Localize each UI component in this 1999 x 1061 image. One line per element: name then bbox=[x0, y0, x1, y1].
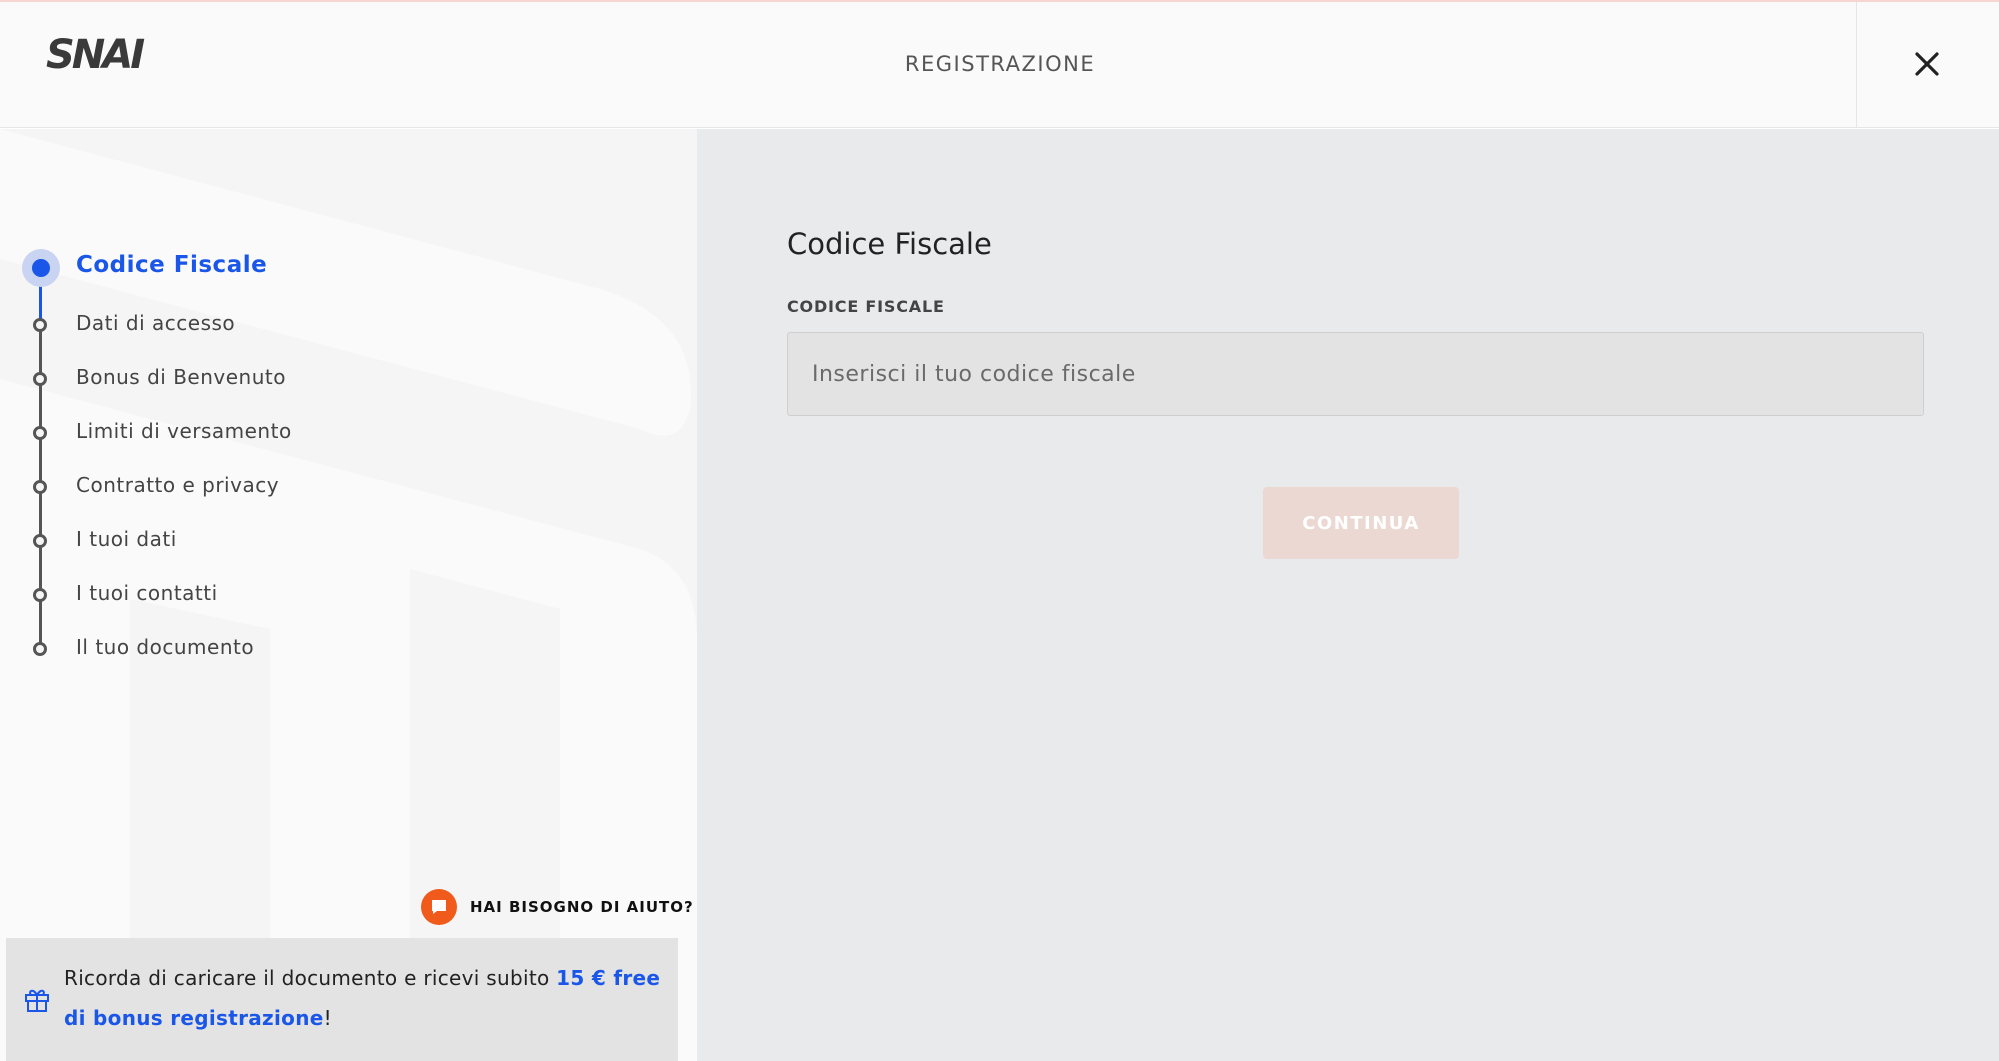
step-indicator bbox=[33, 480, 47, 494]
step-i-tuoi-dati[interactable]: I tuoi dati bbox=[76, 527, 177, 551]
registration-sidebar: Codice Fiscale Dati di accesso Bonus di … bbox=[0, 129, 697, 1061]
header: SNAI REGISTRAZIONE bbox=[0, 2, 1999, 128]
form-panel: Codice Fiscale CODICE FISCALE CONTINUA bbox=[697, 129, 1999, 1061]
step-limiti-di-versamento[interactable]: Limiti di versamento bbox=[76, 419, 292, 443]
help-button[interactable]: HAI BISOGNO DI AIUTO? bbox=[418, 886, 693, 930]
step-codice-fiscale[interactable]: Codice Fiscale bbox=[76, 252, 267, 278]
step-list: Codice Fiscale Dati di accesso Bonus di … bbox=[0, 129, 697, 829]
close-area bbox=[1856, 2, 1999, 128]
step-indicator-active bbox=[22, 249, 60, 287]
close-icon[interactable] bbox=[1905, 42, 1949, 86]
step-dati-di-accesso[interactable]: Dati di accesso bbox=[76, 311, 235, 335]
step-indicator bbox=[33, 426, 47, 440]
step-indicator bbox=[33, 642, 47, 656]
step-contratto-e-privacy[interactable]: Contratto e privacy bbox=[76, 473, 279, 497]
step-indicator bbox=[33, 318, 47, 332]
codice-fiscale-label: CODICE FISCALE bbox=[787, 297, 945, 316]
continue-button[interactable]: CONTINUA bbox=[1263, 487, 1459, 559]
help-label: HAI BISOGNO DI AIUTO? bbox=[470, 898, 694, 916]
promo-suffix: ! bbox=[323, 1006, 332, 1030]
step-indicator bbox=[33, 534, 47, 548]
svg-text:SNAI: SNAI bbox=[46, 32, 145, 76]
step-il-tuo-documento[interactable]: Il tuo documento bbox=[76, 635, 254, 659]
step-indicator bbox=[33, 372, 47, 386]
codice-fiscale-input[interactable] bbox=[787, 332, 1924, 416]
page-title: REGISTRAZIONE bbox=[904, 52, 1096, 76]
step-indicator-dot bbox=[32, 259, 50, 277]
step-indicator bbox=[33, 588, 47, 602]
snai-logo: SNAI bbox=[46, 32, 148, 76]
promo-text: Ricorda di caricare il documento e ricev… bbox=[64, 958, 672, 1038]
chat-icon bbox=[421, 889, 457, 925]
step-i-tuoi-contatti[interactable]: I tuoi contatti bbox=[76, 581, 218, 605]
form-title: Codice Fiscale bbox=[787, 227, 992, 261]
promo-message: Ricorda di caricare il documento e ricev… bbox=[64, 966, 557, 990]
gift-icon bbox=[25, 989, 49, 1012]
promo-banner: Ricorda di caricare il documento e ricev… bbox=[6, 938, 678, 1061]
step-bonus-di-benvenuto[interactable]: Bonus di Benvenuto bbox=[76, 365, 286, 389]
